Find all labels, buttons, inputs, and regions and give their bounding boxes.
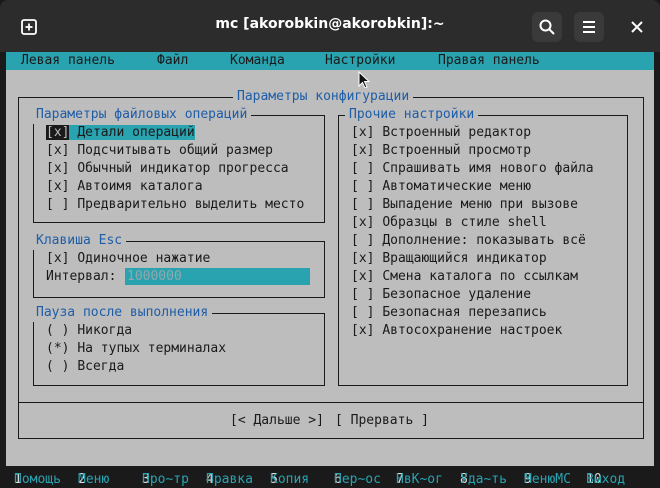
abort-button[interactable]: [ Прервать ] bbox=[335, 412, 429, 430]
file-ops-title: Параметры файловых операций bbox=[32, 106, 252, 124]
esc-title: Клавиша Esc bbox=[32, 232, 127, 250]
terminal-area[interactable]: Левая панель Файл Команда Настройки Прав… bbox=[6, 52, 654, 488]
checkbox-drop-down-menus[interactable]: [ ] Выпадение меню при вызове bbox=[351, 196, 578, 214]
dialog-title: Параметры конфигурации bbox=[233, 88, 414, 106]
search-icon bbox=[539, 19, 555, 35]
radio-always[interactable]: ( ) Всегда bbox=[46, 358, 124, 376]
close-button[interactable] bbox=[622, 12, 652, 42]
interval-label: Интервал: bbox=[46, 269, 117, 284]
checkbox-total-size[interactable]: [x] Подсчитывать общий размер bbox=[46, 142, 273, 160]
checkbox-op-details[interactable]: [x] Детали операций bbox=[46, 124, 195, 142]
checkbox-safe-delete[interactable]: [ ] Безопасное удаление bbox=[351, 286, 531, 304]
checkbox-internal-viewer[interactable]: [x] Встроенный просмотр bbox=[351, 142, 531, 160]
checkbox-auto-menus[interactable]: [ ] Автоматические меню bbox=[351, 178, 531, 196]
search-button[interactable] bbox=[532, 12, 562, 42]
menu-command[interactable]: Команда bbox=[230, 53, 285, 68]
menu-file[interactable]: Файл bbox=[157, 53, 188, 68]
pause-title: Пауза после выполнения bbox=[32, 304, 213, 322]
window-titlebar: mc [akorobkin@akorobkin]:~ bbox=[0, 0, 660, 52]
menu-button[interactable] bbox=[574, 12, 604, 42]
checkbox-complete-show-all[interactable]: [ ] Дополнение: показывать всё bbox=[351, 232, 586, 250]
checkbox-auto-save-setup[interactable]: [x] Автосохранение настроек bbox=[351, 322, 562, 340]
hamburger-icon bbox=[583, 21, 595, 33]
other-settings-title: Прочие настройки bbox=[345, 106, 479, 124]
checkbox-ask-new-file-name[interactable]: [ ] Спрашивать имя нового файла bbox=[351, 160, 594, 178]
interval-input[interactable]: 1000000 bbox=[125, 268, 310, 285]
checkbox-rotating-dash[interactable]: [x] Вращающийся индикатор bbox=[351, 250, 547, 268]
mc-menubar: Левая панель Файл Команда Настройки Прав… bbox=[6, 52, 654, 70]
menu-settings[interactable]: Настройки bbox=[325, 53, 395, 68]
checkbox-single-esc[interactable]: [x] Одиночное нажатие bbox=[46, 250, 210, 268]
checkbox-shell-patterns[interactable]: [x] Образцы в стиле shell bbox=[351, 214, 547, 232]
radio-dumb-terminals[interactable]: (*) На тупых терминалах bbox=[46, 340, 226, 358]
dialog-separator bbox=[19, 402, 643, 403]
checkbox-safe-overwrite[interactable]: [ ] Безопасная перезапись bbox=[351, 304, 547, 322]
next-button[interactable]: [< Дальше >] bbox=[230, 412, 324, 430]
checkbox-cd-follows-links[interactable]: [x] Смена каталога по ссылкам bbox=[351, 268, 578, 286]
checkbox-internal-editor[interactable]: [x] Встроенный редактор bbox=[351, 124, 531, 142]
function-key-bar: 1 Помощь 2 Меню 3 Про~тр 4 Правка 5 Копия 6 Пе… bbox=[6, 466, 654, 488]
menu-right-panel[interactable]: Правая панель bbox=[438, 53, 540, 68]
checkbox-autoname[interactable]: [x] Автоимя каталога bbox=[46, 178, 203, 196]
close-icon bbox=[631, 21, 643, 33]
checkbox-preallocate[interactable]: [ ] Предварительно выделить место bbox=[46, 196, 304, 214]
radio-never[interactable]: ( ) Никогда bbox=[46, 322, 132, 340]
menu-left-panel[interactable]: Левая панель bbox=[21, 53, 115, 68]
checkbox-progress[interactable]: [x] Обычный индикатор прогресса bbox=[46, 160, 289, 178]
